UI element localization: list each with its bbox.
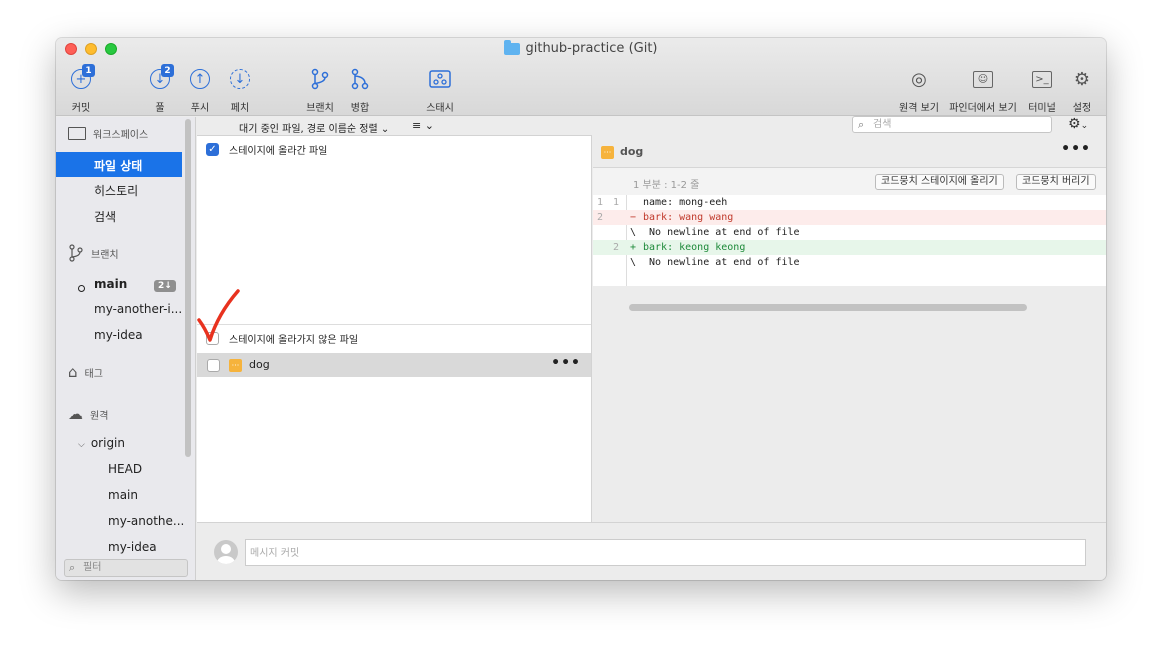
sort-dropdown[interactable]: 대기 중인 파일, 경로 이름순 정렬 ⌄ [239,120,389,135]
search-icon: ⌕ [858,118,865,131]
sidebar-section-workspace: 워크스페이스 [68,126,148,141]
diff-code: 1 1 name: mong-eeh 2− bark: wang wang \ No … [593,195,1106,311]
sidebar-remote-my-another-idea[interactable]: my-anothe... [108,514,184,528]
sidebar-branch-main[interactable]: main [94,277,127,291]
hunk-info: 1 부분 : 1-2 줄 [633,180,700,191]
gear-icon: ⚙ [1073,68,1091,90]
chevron-down-icon: ⌄ [1080,121,1089,131]
hunk-header: 1 부분 : 1-2 줄 코드뭉치 스테이지에 올리기 코드뭉치 버리기 [593,168,1106,195]
sidebar-branch-my-another-idea[interactable]: my-another-i... [94,302,182,316]
sidebar-section-tags: ⌂ 태그 [68,363,103,381]
horizontal-scrollbar[interactable] [629,304,1027,311]
finder-view-button[interactable]: ☺ 파인더에서 보기 [949,66,1017,114]
chevron-down-icon: ⌄ [424,119,434,132]
stage-hunk-button[interactable]: 코드뭉치 스테이지에 올리기 [875,174,1004,190]
chevron-down-icon: ⌄ [380,124,390,135]
diff-line: \ No newline at end of file [630,257,800,268]
list-icon: ≡ [412,119,422,132]
fetch-button[interactable]: ↓ 페치 [216,66,264,114]
modified-file-icon: ··· [229,359,242,372]
diff-line-removed: 2− bark: wang wang [593,210,1106,225]
diff-line: 1 1 name: mong-eeh [597,197,728,208]
settings-button[interactable]: ⚙ 설정 [1058,66,1106,115]
stash-icon [429,70,451,88]
behind-count-badge: 2↓ [154,280,176,292]
file-list-toolbar: 대기 중인 파일, 경로 이름순 정렬 ⌄ ≡ ⌄ [197,117,592,136]
app-window: github-practice (Git) +1 커밋 ↓ 2 풀 ↑ 푸시 ↓ … [56,38,1106,580]
annotation-checkmark [197,289,240,342]
commit-message-input[interactable]: 메시지 커밋 [245,539,1086,566]
view-mode-dropdown[interactable]: ≡ ⌄ [412,119,434,132]
discard-hunk-button[interactable]: 코드뭉치 버리기 [1016,174,1096,190]
file-panel: ✓ 스테이지에 올라간 파일 스테이지에 올라가지 않은 파일 ··· dog … [197,136,592,522]
commit-count-badge: 1 [82,64,95,77]
finder-icon: ☺ [973,70,993,88]
window-title: github-practice (Git) [56,39,1106,56]
branch-icon [311,68,329,90]
remote-view-button[interactable]: ◎ 원격 보기 [895,66,943,115]
file-name: dog [249,358,270,371]
sidebar-item-search[interactable]: 검색 [94,208,116,225]
merge-icon [351,68,369,90]
file-checkbox[interactable] [207,359,220,372]
staged-files-header[interactable]: ✓ 스테이지에 올라간 파일 [206,142,327,157]
terminal-icon: >_ [1032,70,1052,88]
search-input[interactable]: ⌕ 검색 [852,116,1052,133]
diff-header: ··· dog ••• [593,136,1106,168]
chevron-down-icon: ⌵ [78,440,85,450]
sidebar-filter-input[interactable]: ⌕ 필터 [64,559,188,577]
current-branch-indicator [78,285,85,292]
folder-icon [504,39,521,55]
sidebar-branch-my-idea[interactable]: my-idea [94,328,143,342]
sidebar-scrollbar[interactable] [185,119,191,457]
tag-icon: ⌂ [68,363,78,381]
sidebar-remote-main[interactable]: main [108,488,138,502]
commit-button[interactable]: +1 커밋 [57,64,105,114]
action-menu-button[interactable]: ⚙⌄ [1068,116,1088,132]
sidebar-item-history[interactable]: 히스토리 [94,182,138,199]
divider [197,324,591,325]
arrow-up-icon: ↑ [190,69,210,89]
branch-icon [69,244,83,262]
commit-bar: 메시지 커밋 [197,522,1106,580]
sidebar-item-file-status[interactable]: 파일 상태 [56,152,182,177]
diff-panel: 1 부분 : 1-2 줄 코드뭉치 스테이지에 올리기 코드뭉치 버리기 11n… [593,168,1106,522]
sidebar-section-remotes: ☁ 원격 [68,405,109,423]
more-icon[interactable]: ••• [551,355,581,371]
diff-line-added: 2 + bark: keong keong [593,240,1106,255]
monitor-icon [68,127,86,140]
sidebar: 워크스페이스 파일 상태 히스토리 검색 브랜치 main 2↓ my-anot… [56,117,196,580]
gear-icon: ⚙ [1068,116,1081,132]
file-row[interactable]: ··· dog ••• [197,353,591,377]
modified-file-icon: ··· [601,146,614,159]
sidebar-remote-origin[interactable]: ⌵ origin [78,436,125,450]
diff-file-name: dog [620,145,644,158]
diff-line: \ No newline at end of file [630,227,800,238]
search-icon: ⌕ [69,561,76,574]
staged-select-all-checkbox[interactable]: ✓ [206,143,219,156]
sidebar-remote-head[interactable]: HEAD [108,462,142,476]
title-bar: github-practice (Git) +1 커밋 ↓ 2 풀 ↑ 푸시 ↓ … [56,38,1106,116]
fetch-arrow-icon: ↓ [230,69,250,89]
globe-icon: ◎ [911,68,927,90]
sidebar-section-branches: 브랜치 [68,244,119,262]
more-icon[interactable]: ••• [1061,141,1091,157]
stash-button[interactable]: 스태시 [416,66,464,114]
merge-button[interactable]: 병합 [336,66,384,114]
sidebar-remote-my-idea[interactable]: my-idea [108,540,157,554]
pull-count-badge: 2 [161,64,174,77]
cloud-icon: ☁ [68,405,83,423]
avatar [214,540,238,564]
